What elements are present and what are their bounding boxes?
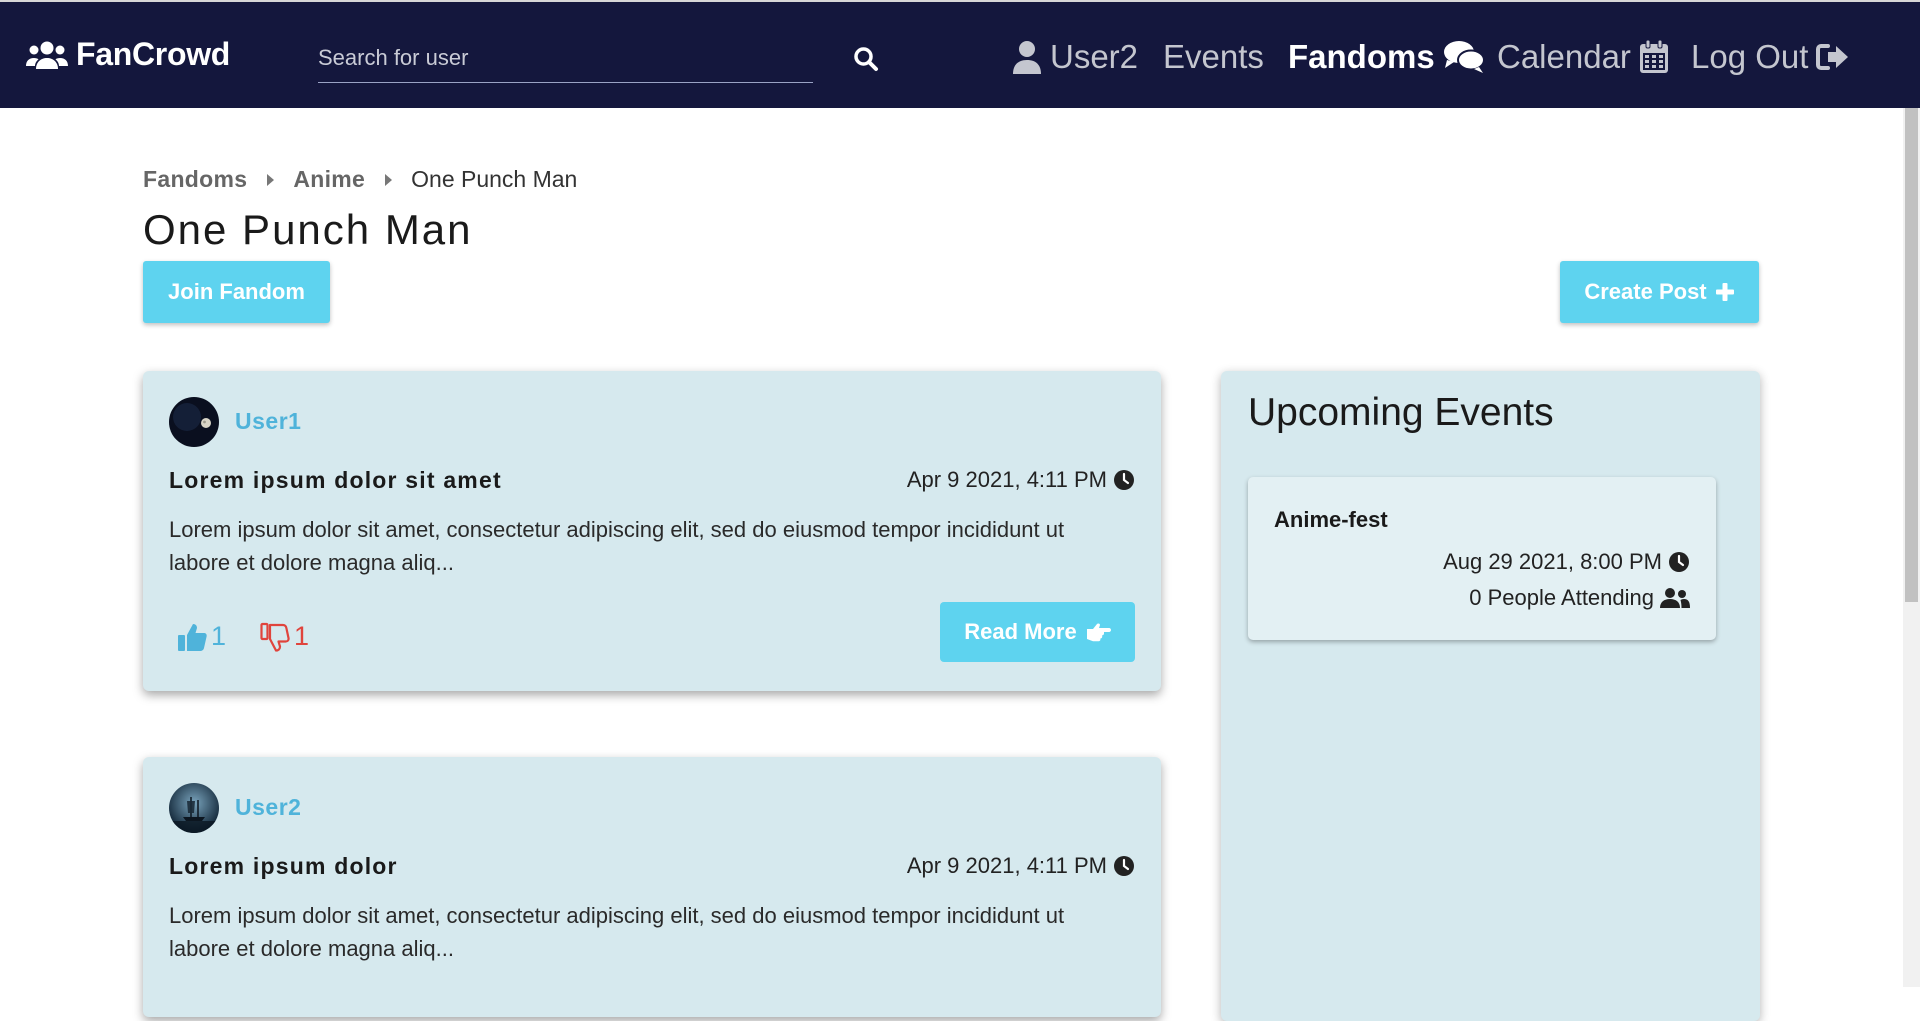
nav-user-label: User2 (1050, 38, 1139, 75)
brand-name: FanCrowd (76, 36, 231, 72)
nav-user-profile[interactable]: User2 (1012, 32, 1138, 82)
avatar[interactable] (169, 397, 219, 447)
event-date: Aug 29 2021, 8:00 PM (1443, 549, 1690, 575)
nav-logout-label: Log Out (1691, 38, 1809, 75)
breadcrumb-anime[interactable]: Anime (293, 166, 365, 193)
post-date-text: Apr 9 2021, 4:11 PM (906, 853, 1107, 878)
post-username[interactable]: User1 (235, 408, 301, 435)
like-button[interactable]: 1 (177, 621, 226, 652)
nav-calendar-label: Calendar (1497, 38, 1631, 75)
nav-calendar[interactable]: Calendar (1497, 32, 1669, 82)
brand-logo[interactable]: FanCrowd (26, 36, 230, 73)
caret-right-icon (385, 173, 393, 186)
caret-right-icon (267, 173, 275, 186)
hand-pointing-right-icon (1085, 621, 1111, 643)
create-post-button[interactable]: Create Post (1560, 261, 1759, 323)
users-group-icon (26, 40, 68, 70)
clock-icon (1113, 469, 1135, 491)
top-navbar: FanCrowd User2 Events Fandoms (0, 0, 1920, 108)
join-fandom-label: Join Fandom (168, 279, 305, 304)
post-body: Lorem ipsum dolor sit amet, consectetur … (169, 517, 1065, 575)
upcoming-events-panel: Upcoming Events Anime-fest Aug 29 2021, … (1221, 371, 1760, 1021)
clock-icon (1668, 551, 1690, 573)
post-card: User2 Lorem ipsum dolor Apr 9 2021, 4:11… (143, 757, 1161, 1017)
logout-icon (1816, 42, 1850, 72)
read-more-label: Read More (964, 619, 1077, 644)
nav-fandoms[interactable]: Fandoms (1288, 32, 1485, 82)
dislike-button[interactable]: 1 (260, 621, 309, 652)
nav-events-label: Events (1163, 38, 1264, 75)
calendar-icon (1639, 40, 1669, 74)
avatar[interactable] (169, 783, 219, 833)
post-card: User1 Lorem ipsum dolor sit amet Apr 9 2… (143, 371, 1161, 691)
user-friends-icon (1660, 587, 1690, 609)
thumbs-down-icon (260, 622, 290, 652)
breadcrumb: Fandoms Anime One Punch Man (143, 166, 577, 193)
nav-logout[interactable]: Log Out (1691, 32, 1850, 82)
like-count: 1 (211, 621, 227, 651)
join-fandom-button[interactable]: Join Fandom (143, 261, 330, 323)
post-title: Lorem ipsum dolor (169, 853, 398, 879)
event-card[interactable]: Anime-fest Aug 29 2021, 8:00 PM 0 People… (1248, 477, 1716, 640)
post-title: Lorem ipsum dolor sit amet (169, 467, 502, 493)
nav-fandoms-label: Fandoms (1288, 38, 1435, 75)
dislike-count: 1 (294, 621, 310, 651)
event-attendance-text: 0 People Attending (1469, 585, 1654, 610)
plus-icon (1715, 282, 1735, 302)
post-body: Lorem ipsum dolor sit amet, consectetur … (169, 903, 1065, 961)
scrollbar-thumb[interactable] (1905, 108, 1918, 602)
comments-icon (1443, 40, 1485, 74)
post-date-text: Apr 9 2021, 4:11 PM (906, 467, 1107, 492)
event-name: Anime-fest (1274, 507, 1388, 532)
event-date-text: Aug 29 2021, 8:00 PM (1443, 549, 1662, 574)
search-field (318, 38, 813, 83)
page-title: One Punch Man (143, 206, 473, 253)
user-icon (1012, 40, 1042, 74)
events-heading: Upcoming Events (1248, 391, 1554, 434)
read-more-button[interactable]: Read More (940, 602, 1135, 662)
nav-events[interactable]: Events (1163, 32, 1264, 82)
search-icon (853, 46, 879, 72)
breadcrumb-fandoms[interactable]: Fandoms (143, 166, 247, 193)
post-date: Apr 9 2021, 4:11 PM (907, 467, 1135, 493)
post-date: Apr 9 2021, 4:11 PM (907, 853, 1135, 879)
event-attendance: 0 People Attending (1469, 585, 1690, 611)
thumbs-up-icon (177, 622, 207, 652)
post-username[interactable]: User2 (235, 794, 301, 821)
create-post-label: Create Post (1584, 279, 1707, 304)
breadcrumb-current: One Punch Man (411, 166, 578, 192)
search-button[interactable] (853, 46, 879, 72)
clock-icon (1113, 855, 1135, 877)
search-input[interactable] (318, 38, 813, 78)
